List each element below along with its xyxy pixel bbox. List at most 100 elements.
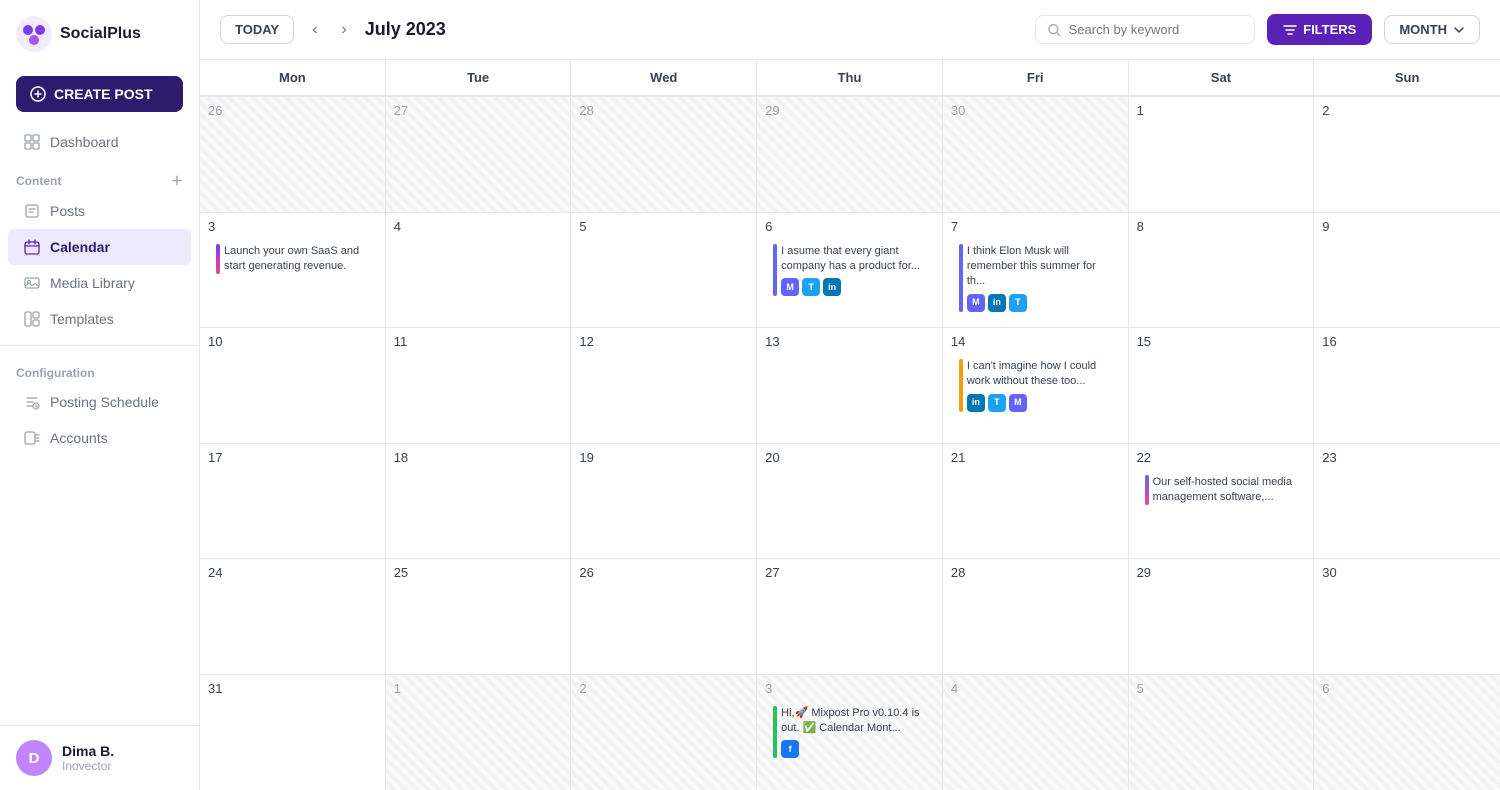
sidebar-item-accounts[interactable]: Accounts	[8, 420, 191, 456]
cal-cell[interactable]: 6 I asume that every giant company has a …	[757, 213, 943, 329]
calendar-header-wed: Wed	[571, 60, 757, 96]
cal-cell[interactable]: 19	[571, 444, 757, 560]
cal-cell[interactable]: 2	[571, 675, 757, 790]
linkedin-icon: in	[967, 394, 985, 412]
cal-cell[interactable]: 3Hi,🚀 Mixpost Pro v0.10.4 is out. ✅ Cale…	[757, 675, 943, 790]
cal-cell[interactable]: 26	[200, 97, 386, 213]
cal-cell[interactable]: 27	[386, 97, 572, 213]
cal-cell[interactable]: 8	[1129, 213, 1315, 329]
cal-cell[interactable]: 20	[757, 444, 943, 560]
content-add-icon[interactable]: ＋	[171, 172, 183, 189]
cal-cell[interactable]: 13	[757, 328, 943, 444]
day-number: 5	[1137, 681, 1306, 696]
calendar-headers: MonTueWedThuFriSatSun	[200, 60, 1500, 97]
sidebar-item-dashboard[interactable]: Dashboard	[8, 124, 191, 160]
event-card[interactable]: I asume that every giant company has a p…	[765, 238, 934, 303]
cal-cell[interactable]: 15	[1129, 328, 1315, 444]
day-number: 29	[765, 103, 934, 118]
today-button[interactable]: TODAY	[220, 15, 294, 44]
facebook-icon: f	[781, 740, 799, 758]
cal-cell[interactable]: 2	[1314, 97, 1500, 213]
cal-cell[interactable]: 1	[386, 675, 572, 790]
day-number: 2	[579, 681, 748, 696]
cal-cell[interactable]: 11	[386, 328, 572, 444]
day-number: 29	[1137, 565, 1306, 580]
cal-cell[interactable]: 28	[943, 559, 1129, 675]
cal-cell[interactable]: 6	[1314, 675, 1500, 790]
cal-cell[interactable]: 3Launch your own SaaS and start generati…	[200, 213, 386, 329]
mastodon-icon: M	[967, 294, 985, 312]
cal-cell[interactable]: 22Our self-hosted social media managemen…	[1129, 444, 1315, 560]
calendar-body: 2627282930123Launch your own SaaS and st…	[200, 97, 1500, 790]
cal-cell[interactable]: 29	[1129, 559, 1315, 675]
calendar-icon	[24, 239, 40, 255]
cal-cell[interactable]: 18	[386, 444, 572, 560]
event-card[interactable]: I think Elon Musk will remember this sum…	[951, 238, 1120, 318]
day-number: 11	[394, 334, 563, 349]
cal-cell[interactable]: 4	[943, 675, 1129, 790]
event-card[interactable]: Our self-hosted social media management …	[1137, 469, 1306, 512]
day-number: 7	[951, 219, 1120, 234]
cal-cell[interactable]: 29	[757, 97, 943, 213]
cal-cell[interactable]: 4	[386, 213, 572, 329]
day-number: 10	[208, 334, 377, 349]
event-card[interactable]: I can't imagine how I could work without…	[951, 353, 1120, 418]
cal-cell[interactable]: 30	[943, 97, 1129, 213]
cal-cell[interactable]: 31	[200, 675, 386, 790]
social-icons: inTM	[967, 394, 1112, 412]
cal-cell[interactable]: 21	[943, 444, 1129, 560]
sidebar-item-schedule[interactable]: Posting Schedule	[8, 384, 191, 420]
cal-cell[interactable]: 10	[200, 328, 386, 444]
cal-cell[interactable]: 24	[200, 559, 386, 675]
cal-cell[interactable]: 28	[571, 97, 757, 213]
cal-cell[interactable]: 30	[1314, 559, 1500, 675]
cal-cell[interactable]: 27	[757, 559, 943, 675]
accounts-icon	[24, 430, 40, 446]
prev-month-button[interactable]: ‹	[306, 17, 323, 43]
user-name: Dima B.	[62, 743, 114, 759]
cal-cell[interactable]: 5	[1129, 675, 1315, 790]
logo-icon	[16, 16, 52, 52]
day-number: 1	[394, 681, 563, 696]
cal-cell[interactable]: 16	[1314, 328, 1500, 444]
sidebar-item-calendar[interactable]: Calendar	[8, 229, 191, 265]
cal-cell[interactable]: 26	[571, 559, 757, 675]
cal-cell[interactable]: 23	[1314, 444, 1500, 560]
event-text: I asume that every giant company has a p…	[781, 244, 926, 297]
sidebar-item-media[interactable]: Media Library	[8, 265, 191, 301]
social-icons: MTin	[781, 278, 926, 296]
cal-cell[interactable]: 1	[1129, 97, 1315, 213]
calendar-header-mon: Mon	[200, 60, 386, 96]
user-org: Inovector	[62, 759, 114, 773]
calendar-header-tue: Tue	[386, 60, 572, 96]
search-input[interactable]	[1069, 22, 1242, 37]
calendar-header-sun: Sun	[1314, 60, 1500, 96]
day-number: 24	[208, 565, 377, 580]
cal-cell[interactable]: 12	[571, 328, 757, 444]
month-select-button[interactable]: MONTH	[1384, 15, 1480, 44]
next-month-button[interactable]: ›	[335, 17, 352, 43]
templates-icon	[24, 311, 40, 327]
day-number: 6	[1322, 681, 1492, 696]
cal-cell[interactable]: 7 I think Elon Musk will remember this su…	[943, 213, 1129, 329]
create-post-button[interactable]: CREATE POST	[16, 76, 183, 112]
day-number: 8	[1137, 219, 1306, 234]
event-card[interactable]: Launch your own SaaS and start generatin…	[208, 238, 377, 281]
sidebar-item-posts[interactable]: Posts	[8, 193, 191, 229]
day-number: 1	[1137, 103, 1306, 118]
filters-button[interactable]: FILTERS	[1267, 14, 1372, 45]
cal-cell[interactable]: 5	[571, 213, 757, 329]
search-box[interactable]	[1035, 15, 1255, 44]
cal-cell[interactable]: 9	[1314, 213, 1500, 329]
calendar-header-thu: Thu	[757, 60, 943, 96]
cal-cell[interactable]: 17	[200, 444, 386, 560]
day-number: 6	[765, 219, 934, 234]
twitter-icon: T	[988, 394, 1006, 412]
event-bar	[773, 244, 777, 297]
sidebar-item-templates[interactable]: Templates	[8, 301, 191, 337]
cal-cell[interactable]: 14I can't imagine how I could work witho…	[943, 328, 1129, 444]
event-card[interactable]: Hi,🚀 Mixpost Pro v0.10.4 is out. ✅ Calen…	[765, 700, 934, 765]
user-profile[interactable]: D Dima B. Inovector	[0, 725, 199, 790]
plus-circle-icon	[30, 86, 46, 102]
cal-cell[interactable]: 25	[386, 559, 572, 675]
